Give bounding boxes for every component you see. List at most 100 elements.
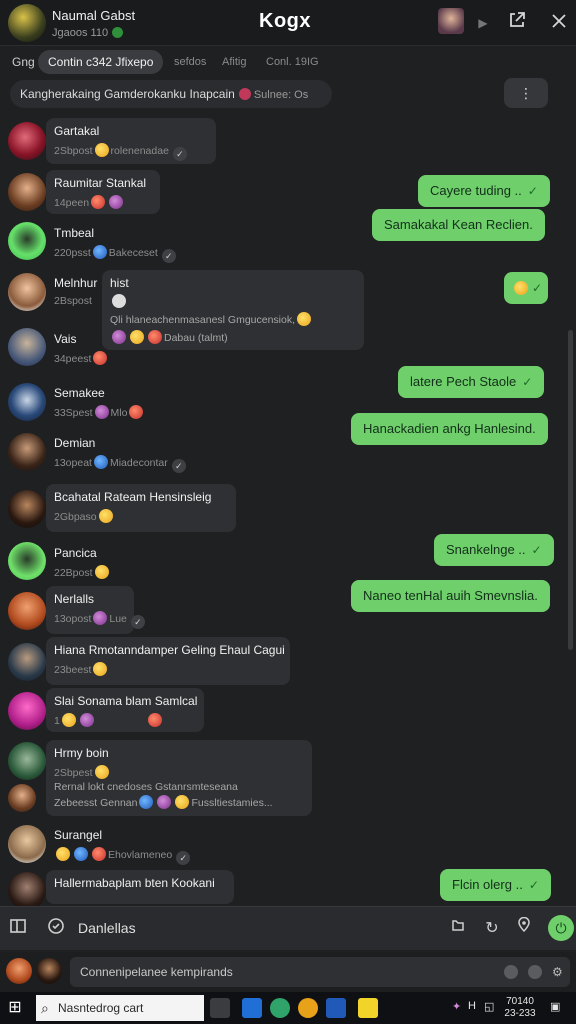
play-icon[interactable]: ▶ [470,10,496,36]
refresh-icon[interactable]: ↻ [480,917,504,941]
avatar[interactable] [8,592,46,630]
avatar[interactable] [8,542,46,580]
message-time: 2Gbpaso [54,511,97,523]
share-icon[interactable] [504,10,530,36]
sender-name: Pancica [54,546,97,560]
app-title: Kogx [259,10,311,32]
tab-afitig[interactable]: Afitig [212,50,256,74]
avatar[interactable] [8,383,46,421]
app-icon[interactable] [270,998,290,1018]
quote-tail-row: Dabau (talmt) [110,330,356,344]
tray-icon[interactable]: ✦ [452,1000,461,1013]
message-bubble: Hallermabaplam bten Kookani [46,870,234,904]
location-icon[interactable] [512,916,536,941]
sender-name: Gartakal [54,124,100,138]
task-view-icon[interactable] [210,998,230,1018]
message-bubble: Raumitar Stankal 14peen [46,170,160,214]
pin-button[interactable]: ⋮ [504,78,548,108]
sent-message[interactable]: latere Pech Staole ✓ [398,366,545,398]
avatar[interactable] [8,742,46,780]
tab-sefdos[interactable]: sefdos [164,50,216,74]
network-icon[interactable]: ◱ [484,1000,494,1013]
sent-message[interactable]: Cayere tuding .. ✓ [418,175,550,207]
close-icon[interactable] [546,10,572,36]
taskbar-clock[interactable]: 70140 23-233 [500,996,540,1020]
emoji-icon [109,195,124,209]
avatar[interactable] [8,490,46,528]
settings-icon[interactable]: ⚙ [552,965,566,979]
sent-message[interactable]: Hanackadien ankg Hanlesind. [351,413,548,445]
emoji-icon [92,245,107,259]
home-icon[interactable] [242,998,262,1018]
avatar[interactable] [8,692,46,730]
avatar[interactable] [8,643,46,681]
windows-start-icon[interactable]: ⊞ [6,999,24,1017]
emoji-icon [175,795,190,809]
emoji-icon [148,330,162,344]
tray-lang[interactable]: H [468,1000,476,1012]
emoji-icon [56,847,70,861]
tab-active[interactable]: Contin c342 Jfixepo [38,50,164,74]
sent-text: Snankelnge .. [446,542,526,557]
message-time: 1 [54,715,60,727]
sender-name: Hrmy boin [54,746,109,760]
avatar[interactable] [8,433,46,471]
avatar[interactable] [36,958,62,984]
notification-icon[interactable]: ▣ [550,1000,560,1013]
sender-name: Tmbeal [54,226,95,240]
profile-thumbnail[interactable] [438,8,464,34]
taskbar-search-text: Nasntedrog cart [58,1001,144,1015]
files-icon[interactable] [358,998,378,1018]
avatar[interactable] [8,784,36,812]
store-icon[interactable] [326,998,346,1018]
message-meta: 33Spest Mlo [54,405,168,419]
message-meta: 2Sbpest [54,765,304,779]
avatar[interactable] [8,872,46,910]
avatar[interactable] [8,173,46,211]
quote-body-row: Qli hlaneachenmasanesl Gmgucensiok, [110,312,356,326]
online-dot-icon [112,27,124,38]
emoji-icon [91,195,106,209]
sender-name: Vais [54,332,77,346]
contact-status-text: Jgaoos 110 [52,27,109,39]
avatar[interactable] [8,4,46,42]
sent-message[interactable]: ✓ [504,272,548,304]
avatar[interactable] [8,328,46,366]
message-meta: 34peest [54,351,108,365]
scrollbar[interactable] [568,330,573,650]
sender-name: Semakee [54,386,105,400]
avatar[interactable] [8,825,46,863]
send-button[interactable]: ⏻ [548,915,574,941]
attachment-icon[interactable] [446,917,470,941]
emoji-icon [93,611,108,625]
emoji-icon [94,143,109,157]
notice-text: Kangherakaing Gamderokanku Inapcain [20,87,235,101]
message-input[interactable]: Danlellas [78,920,136,936]
avatar[interactable] [8,122,46,160]
tab-conl[interactable]: Conl. 19IG [256,50,329,74]
quote-title: hist [110,276,129,290]
message-time: 2Sbpost [54,145,93,157]
emoji-icon [93,662,108,676]
quoted-message[interactable]: hist Qli hlaneachenmasanesl Gmgucensiok,… [102,270,364,350]
avatar[interactable] [8,273,46,311]
emoji-icon [112,330,126,344]
emoji-picker-icon[interactable] [44,917,68,941]
avatar[interactable] [6,958,32,984]
emoji-icon [93,351,108,365]
pinned-notice[interactable]: Kangherakaing Gamderokanku Inapcain Sulne… [10,80,332,108]
sent-message[interactable]: Snankelnge .. ✓ [434,534,554,566]
emoji-icon [514,281,528,295]
taskbar-search[interactable]: ⌕ Nasntedrog cart [36,995,204,1021]
sent-message[interactable]: Samakakal Kean Reclien. [372,209,545,241]
panel-icon[interactable] [6,917,30,941]
emoji-icon [129,405,144,419]
gif-icon[interactable] [528,965,542,979]
message-bubble: Bcahatal Rateam Hensinsleig 2Gbpaso [46,484,236,532]
secondary-input[interactable]: Connenipelanee kempirands ⚙ [70,957,570,987]
sent-message[interactable]: Naneo tenHal auih Smevnslia. [351,580,550,612]
avatar[interactable] [8,222,46,260]
sent-message[interactable]: Flcin olerg .. ✓ [440,869,551,901]
chrome-icon[interactable] [298,998,318,1018]
sticker-icon[interactable] [504,965,518,979]
